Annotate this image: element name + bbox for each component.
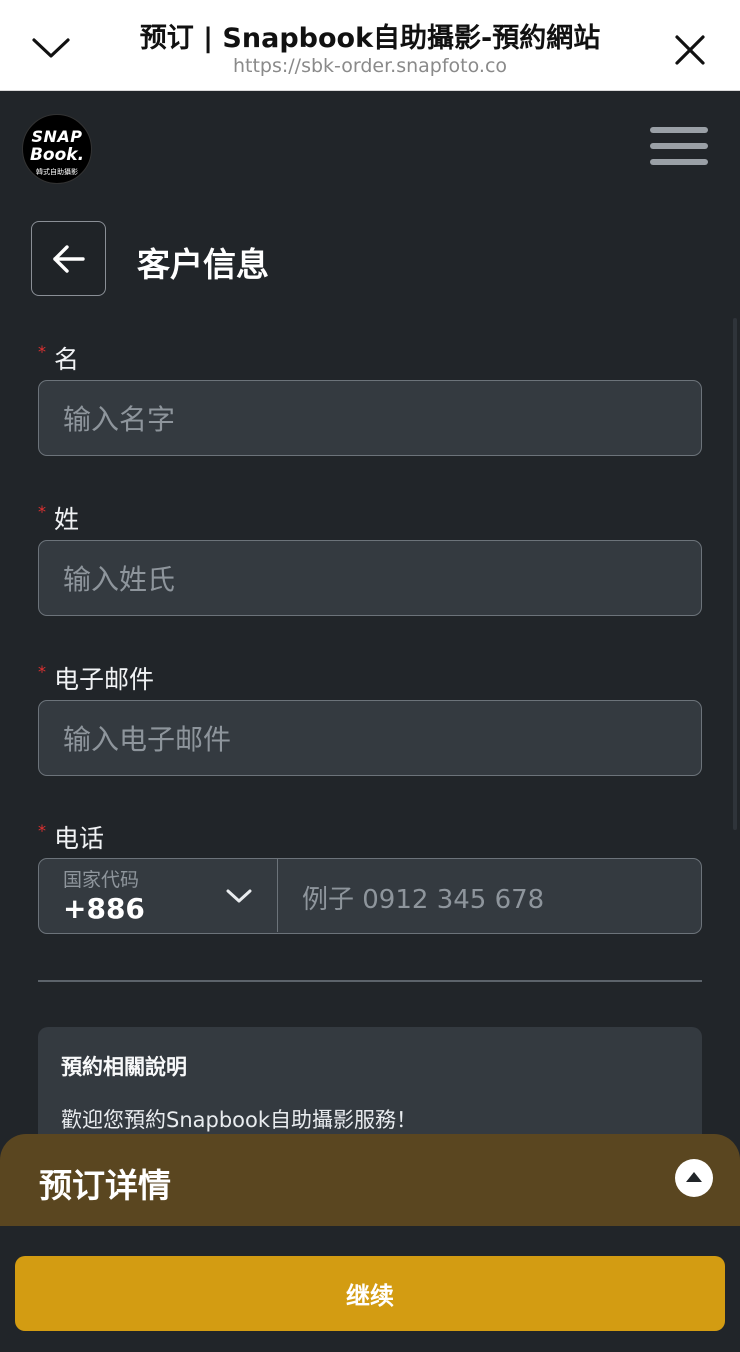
last-name-placeholder: 输入姓氏 bbox=[63, 563, 176, 596]
expand-toggle-button[interactable] bbox=[675, 1159, 713, 1197]
phone-number-input[interactable]: 例子 0912 345 678 bbox=[302, 879, 544, 916]
close-icon[interactable] bbox=[674, 34, 706, 66]
first-name-label: * 名 bbox=[38, 340, 79, 376]
booking-details-drawer[interactable]: 预订详情 bbox=[0, 1134, 740, 1226]
browser-url: https://sbk-order.snapfoto.co bbox=[232, 55, 508, 77]
last-name-label-text: 姓 bbox=[54, 505, 80, 534]
last-name-label: * 姓 bbox=[38, 500, 79, 536]
email-input[interactable]: 输入电子邮件 bbox=[38, 700, 702, 776]
phone-label: * 电话 bbox=[38, 819, 104, 855]
required-mark: * bbox=[38, 342, 46, 361]
chevron-down-icon bbox=[226, 889, 252, 903]
country-code-caption: 国家代码 bbox=[63, 869, 140, 891]
required-mark: * bbox=[38, 662, 46, 681]
chevron-down-icon[interactable] bbox=[30, 30, 72, 66]
first-name-label-text: 名 bbox=[54, 345, 80, 374]
browser-bar: 预订 | Snapbook自助攝影-預約網站 https://sbk-order… bbox=[0, 0, 740, 91]
scrollbar[interactable] bbox=[733, 318, 737, 830]
arrow-left-icon bbox=[53, 245, 85, 273]
first-name-placeholder: 输入名字 bbox=[63, 403, 176, 436]
phone-label-text: 电话 bbox=[54, 824, 105, 853]
country-code-value: +886 bbox=[63, 892, 145, 925]
email-placeholder: 输入电子邮件 bbox=[63, 723, 232, 756]
required-mark: * bbox=[38, 821, 46, 840]
back-button[interactable] bbox=[31, 221, 106, 296]
notice-text: 歡迎您預約Snapbook自助攝影服務！ bbox=[61, 1108, 418, 1132]
page-title: 客户信息 bbox=[137, 245, 269, 284]
snapbook-logo[interactable]: SNAP Book. 韓式自助攝影 bbox=[22, 114, 92, 184]
country-code-select[interactable]: 国家代码 +886 bbox=[39, 859, 278, 932]
caret-up-icon bbox=[686, 1172, 702, 1182]
booking-details-title: 预订详情 bbox=[39, 1166, 171, 1205]
logo-line-1: SNAP bbox=[31, 127, 83, 146]
required-mark: * bbox=[38, 502, 46, 521]
email-label: * 电子邮件 bbox=[38, 660, 154, 696]
menu-icon[interactable] bbox=[650, 127, 708, 167]
last-name-input[interactable]: 输入姓氏 bbox=[38, 540, 702, 616]
logo-line-3: 韓式自助攝影 bbox=[36, 168, 78, 176]
first-name-input[interactable]: 输入名字 bbox=[38, 380, 702, 456]
email-label-text: 电子邮件 bbox=[54, 665, 155, 694]
logo-line-2: Book. bbox=[29, 145, 85, 165]
browser-page-title: 预订 | Snapbook自助攝影-預約網站 bbox=[139, 23, 601, 54]
notice-heading: 預約相關說明 bbox=[61, 1055, 187, 1079]
divider bbox=[38, 980, 702, 982]
phone-field: 国家代码 +886 例子 0912 345 678 bbox=[38, 858, 702, 934]
continue-button[interactable]: 继续 bbox=[15, 1256, 725, 1331]
